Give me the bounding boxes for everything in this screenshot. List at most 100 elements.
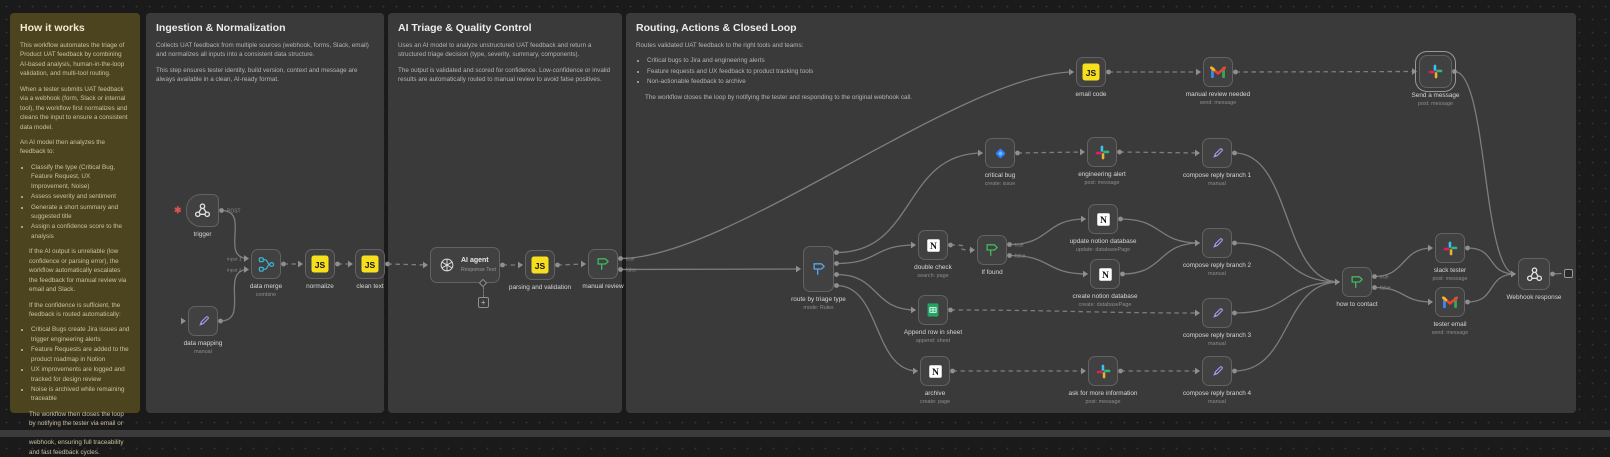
node-label: update notion databaseupdate: databasePa… [1043, 238, 1163, 254]
node-append-row-in-sheet[interactable] [918, 295, 948, 325]
node-subtitle: combine [206, 292, 326, 299]
node-normalize[interactable]: JS [305, 249, 335, 279]
pencil-icon [1210, 146, 1225, 161]
node-subtitle: manual [1157, 181, 1277, 188]
svg-text:N: N [1100, 215, 1107, 226]
node-manual-review-needed[interactable] [1203, 57, 1233, 87]
node-if-found[interactable] [977, 235, 1007, 265]
if-icon [595, 256, 611, 272]
workflow-canvas[interactable]: How it works This workflow automates the… [0, 0, 1610, 437]
js-icon: JS [311, 255, 329, 273]
gmail-icon [1442, 296, 1458, 309]
slack-icon [1443, 241, 1458, 256]
svg-text:JS: JS [535, 261, 546, 271]
svg-text:N: N [1102, 270, 1109, 281]
notion-icon: N [928, 364, 943, 379]
node-label: Webhook response [1474, 294, 1594, 302]
node-title: AI agent [461, 257, 496, 265]
node-route-by-triage-type[interactable] [803, 246, 834, 292]
node-label: Send a messagepost: message [1376, 92, 1496, 108]
node-ai-agent[interactable]: AI agent Response Text [430, 247, 500, 283]
workflow-endpoint[interactable] [1564, 269, 1573, 278]
node-subtitle: Response Text [461, 267, 496, 273]
pencil-icon [196, 314, 211, 329]
node-subtitle: manual [1157, 341, 1277, 348]
if-icon [1349, 274, 1365, 290]
node-label: email code [1031, 91, 1151, 99]
node-subtitle: post: message [1042, 180, 1162, 187]
add-subnode-button[interactable]: + [478, 297, 489, 308]
node-send-a-message[interactable] [1419, 55, 1452, 88]
node-parsing[interactable]: JS [525, 250, 555, 280]
node-critical-bug[interactable] [985, 138, 1015, 168]
node-label: compose reply branch 3manual [1157, 332, 1277, 348]
node-webhook-response[interactable] [1518, 258, 1550, 290]
node-compose-reply-branch-4[interactable] [1202, 356, 1232, 386]
notion-icon: N [926, 238, 941, 253]
node-data-mapping[interactable] [188, 306, 218, 336]
gmail-icon [1210, 66, 1226, 79]
jira-icon [993, 146, 1008, 161]
node-label: how to contact [1297, 301, 1417, 309]
node-subtitle: post: message [1043, 399, 1163, 406]
node-subtitle: manual [1157, 271, 1277, 278]
node-label: clean text [310, 283, 430, 291]
svg-text:JS: JS [1086, 68, 1097, 78]
node-how-to-contact[interactable] [1342, 267, 1372, 297]
node-trigger[interactable] [186, 194, 219, 227]
nodes-layer: trigger✱data mappingmanualdata mergecomb… [0, 0, 1610, 437]
node-subtitle: create: page [875, 399, 995, 406]
node-create-notion-database[interactable]: N [1090, 259, 1120, 289]
svg-text:N: N [932, 367, 939, 378]
canvas-bottom-edge [0, 430, 1610, 437]
slack-icon [1096, 364, 1111, 379]
node-label: tester emailsend: message [1390, 321, 1510, 337]
node-subtitle: send: message [1390, 330, 1510, 337]
switch-icon [811, 261, 827, 277]
svg-text:JS: JS [365, 260, 376, 270]
node-label: data mappingmanual [143, 340, 263, 356]
node-archive[interactable]: N [920, 356, 950, 386]
node-ask-for-more-information[interactable] [1088, 356, 1118, 386]
node-subtitle: update: databasePage [1043, 247, 1163, 254]
node-data-merge[interactable] [251, 249, 281, 279]
js-icon: JS [361, 255, 379, 273]
node-update-notion-database[interactable]: N [1088, 204, 1118, 234]
node-subtitle: post: message [1390, 276, 1510, 283]
node-tester-email[interactable] [1435, 287, 1465, 317]
pencil-icon [1210, 236, 1225, 251]
pencil-icon [1210, 364, 1225, 379]
js-icon: JS [531, 256, 549, 274]
node-label: archivecreate: page [875, 390, 995, 406]
node-label: compose reply branch 1manual [1157, 172, 1277, 188]
node-label: slack testerpost: message [1390, 267, 1510, 283]
node-engineering-alert[interactable] [1087, 137, 1117, 167]
node-compose-reply-branch-1[interactable] [1202, 138, 1232, 168]
node-double-check[interactable]: N [918, 230, 948, 260]
node-label: Append row in sheetappend: sheet [873, 329, 993, 345]
pencil-icon [1210, 306, 1225, 321]
svg-text:N: N [930, 241, 937, 252]
node-label: compose reply branch 4manual [1157, 390, 1277, 406]
node-compose-reply-branch-2[interactable] [1202, 228, 1232, 258]
node-compose-reply-branch-3[interactable] [1202, 298, 1232, 328]
svg-text:JS: JS [315, 260, 326, 270]
trigger-issue-indicator: ✱ [174, 205, 182, 216]
openai-icon [439, 257, 455, 273]
webhook-icon [194, 202, 211, 219]
node-subtitle: manual [1157, 399, 1277, 406]
node-label: manual review neededsend: message [1158, 91, 1278, 107]
notion-icon: N [1098, 267, 1113, 282]
webhook-icon [1526, 266, 1543, 283]
node-subtitle: post: message [1376, 101, 1496, 108]
node-manual-review[interactable] [588, 249, 618, 279]
node-clean-text[interactable]: JS [355, 249, 385, 279]
node-subtitle: send: message [1158, 100, 1278, 107]
node-email-code[interactable]: JS [1076, 57, 1106, 87]
notion-icon: N [1096, 212, 1111, 227]
node-slack-tester[interactable] [1435, 233, 1465, 263]
node-label: create notion databasecreate: databasePa… [1045, 293, 1165, 309]
node-label: If found [932, 269, 1052, 277]
node-label: ask for more informationpost: message [1043, 390, 1163, 406]
merge-icon [258, 256, 275, 273]
